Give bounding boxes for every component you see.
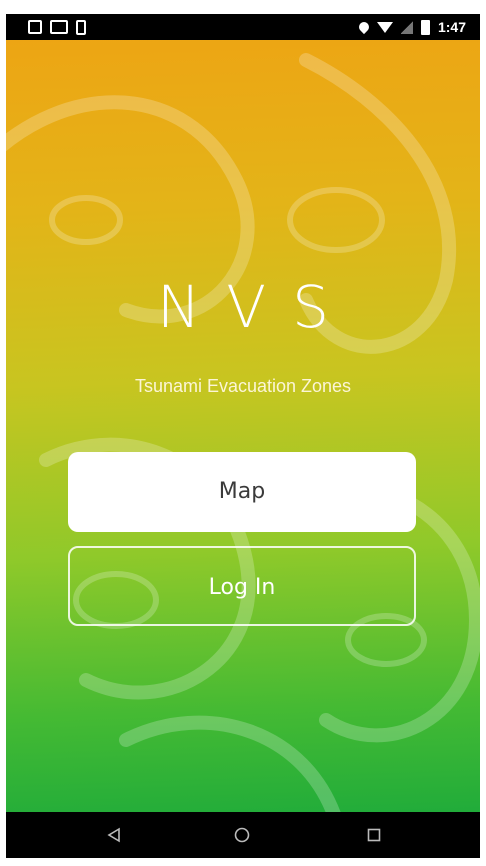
recent-apps-icon [367, 828, 381, 842]
home-icon [234, 827, 250, 843]
status-time: 1:47 [437, 19, 466, 35]
recent-apps-button[interactable] [362, 824, 386, 846]
status-bar: 1:47 [6, 14, 480, 40]
battery-icon [420, 19, 430, 35]
splash-screen: NVS Tsunami Evacuation Zones Map Log In [6, 40, 480, 812]
home-button[interactable] [230, 824, 254, 846]
back-icon [107, 827, 120, 843]
wifi-icon [376, 21, 393, 33]
sim-icon [76, 19, 86, 35]
signal-icon [400, 20, 413, 34]
login-button[interactable]: Log In [68, 546, 416, 626]
status-right-icons: 1:47 [356, 18, 466, 36]
phone-frame: 1:47 NVS Tsunami Evacuation Zones Map Lo… [6, 14, 480, 858]
location-icon [356, 19, 372, 35]
back-button[interactable] [102, 824, 126, 846]
status-left-icons [28, 19, 86, 35]
map-button[interactable]: Map [68, 452, 416, 532]
app-title: NVS [157, 273, 355, 341]
message-icon [28, 20, 42, 34]
app-subtitle: Tsunami Evacuation Zones [134, 376, 352, 396]
navigation-bar [6, 812, 480, 858]
background-pattern [6, 53, 480, 812]
photo-icon [50, 20, 68, 34]
